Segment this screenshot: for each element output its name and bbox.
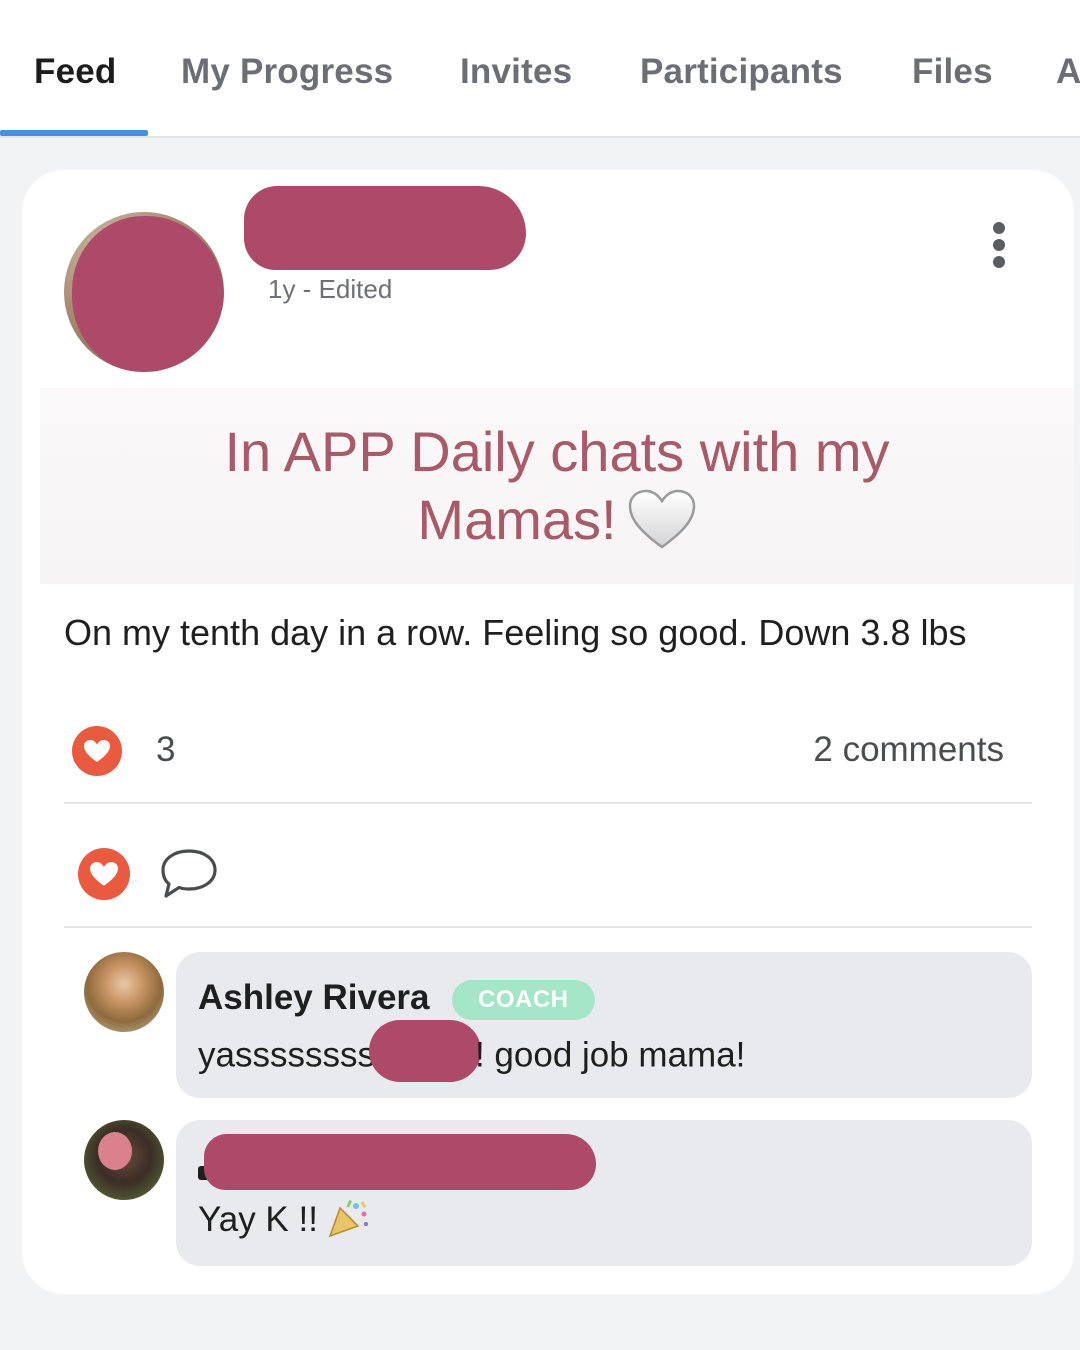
author-avatar[interactable] xyxy=(64,212,224,372)
author-name-redacted xyxy=(244,186,526,270)
tab-participants[interactable]: Participants xyxy=(640,52,843,92)
tab-more-truncated[interactable]: A xyxy=(1056,52,1080,92)
comment-text: yassssssss ! good job mama! xyxy=(198,1020,746,1082)
banner-line-1: In APP Daily chats with my xyxy=(224,420,890,483)
speech-bubble-icon xyxy=(161,849,217,898)
commenter-avatar[interactable] xyxy=(84,1120,164,1200)
like-count-heart-icon xyxy=(72,726,122,776)
active-tab-indicator xyxy=(0,130,148,136)
avatar-redaction xyxy=(98,1132,132,1170)
comment-bubble: Ashley Rivera COACH yassssssss ! good job… xyxy=(176,952,1032,1098)
comment-author-name-redacted xyxy=(204,1134,596,1190)
comment-text: Yay K !! xyxy=(198,1200,318,1239)
post-card: 1y - Edited In APP Daily chats with my M… xyxy=(22,170,1074,1294)
comments-count-link[interactable]: 2 comments xyxy=(813,730,1004,770)
white-heart-emoji-icon xyxy=(628,489,695,549)
post-body-text: On my tenth day in a row. Feeling so goo… xyxy=(64,612,967,653)
heart-icon xyxy=(90,862,118,886)
like-button[interactable] xyxy=(78,848,130,900)
banner-title: In APP Daily chats with my Mamas! xyxy=(40,418,1074,554)
comment-button[interactable] xyxy=(158,846,220,902)
avatar-redaction xyxy=(72,216,224,372)
more-options-button[interactable] xyxy=(984,220,1014,270)
like-count[interactable]: 3 xyxy=(156,730,175,770)
comment-text-wrap: Yay K !! xyxy=(198,1199,370,1240)
commenter-avatar[interactable] xyxy=(84,952,164,1032)
tab-my-progress[interactable]: My Progress xyxy=(181,52,393,92)
comment-author-name[interactable]: Ashley Rivera xyxy=(198,978,430,1018)
post-timestamp: 1y - Edited xyxy=(268,274,393,304)
banner-line-2: Mamas! xyxy=(417,488,617,551)
tab-feed[interactable]: Feed xyxy=(34,52,117,92)
tab-invites[interactable]: Invites xyxy=(460,52,572,92)
comment-text-part-1: yassssssss xyxy=(198,1035,375,1075)
comment-text-part-2: ! good job mama! xyxy=(474,1035,746,1075)
party-popper-emoji-icon xyxy=(328,1199,368,1237)
comment-redaction xyxy=(368,1020,481,1082)
kebab-vertical-icon xyxy=(993,222,1005,234)
banner-line-2-wrap: Mamas! xyxy=(40,486,1074,554)
tab-files[interactable]: Files xyxy=(912,52,993,92)
tab-bar: Feed My Progress Invites Participants Fi… xyxy=(0,0,1080,138)
post-banner: In APP Daily chats with my Mamas! xyxy=(40,388,1074,584)
divider xyxy=(64,802,1032,804)
coach-badge: COACH xyxy=(452,980,595,1020)
divider xyxy=(64,926,1032,928)
comment-bubble: Yay K !! xyxy=(176,1120,1032,1266)
